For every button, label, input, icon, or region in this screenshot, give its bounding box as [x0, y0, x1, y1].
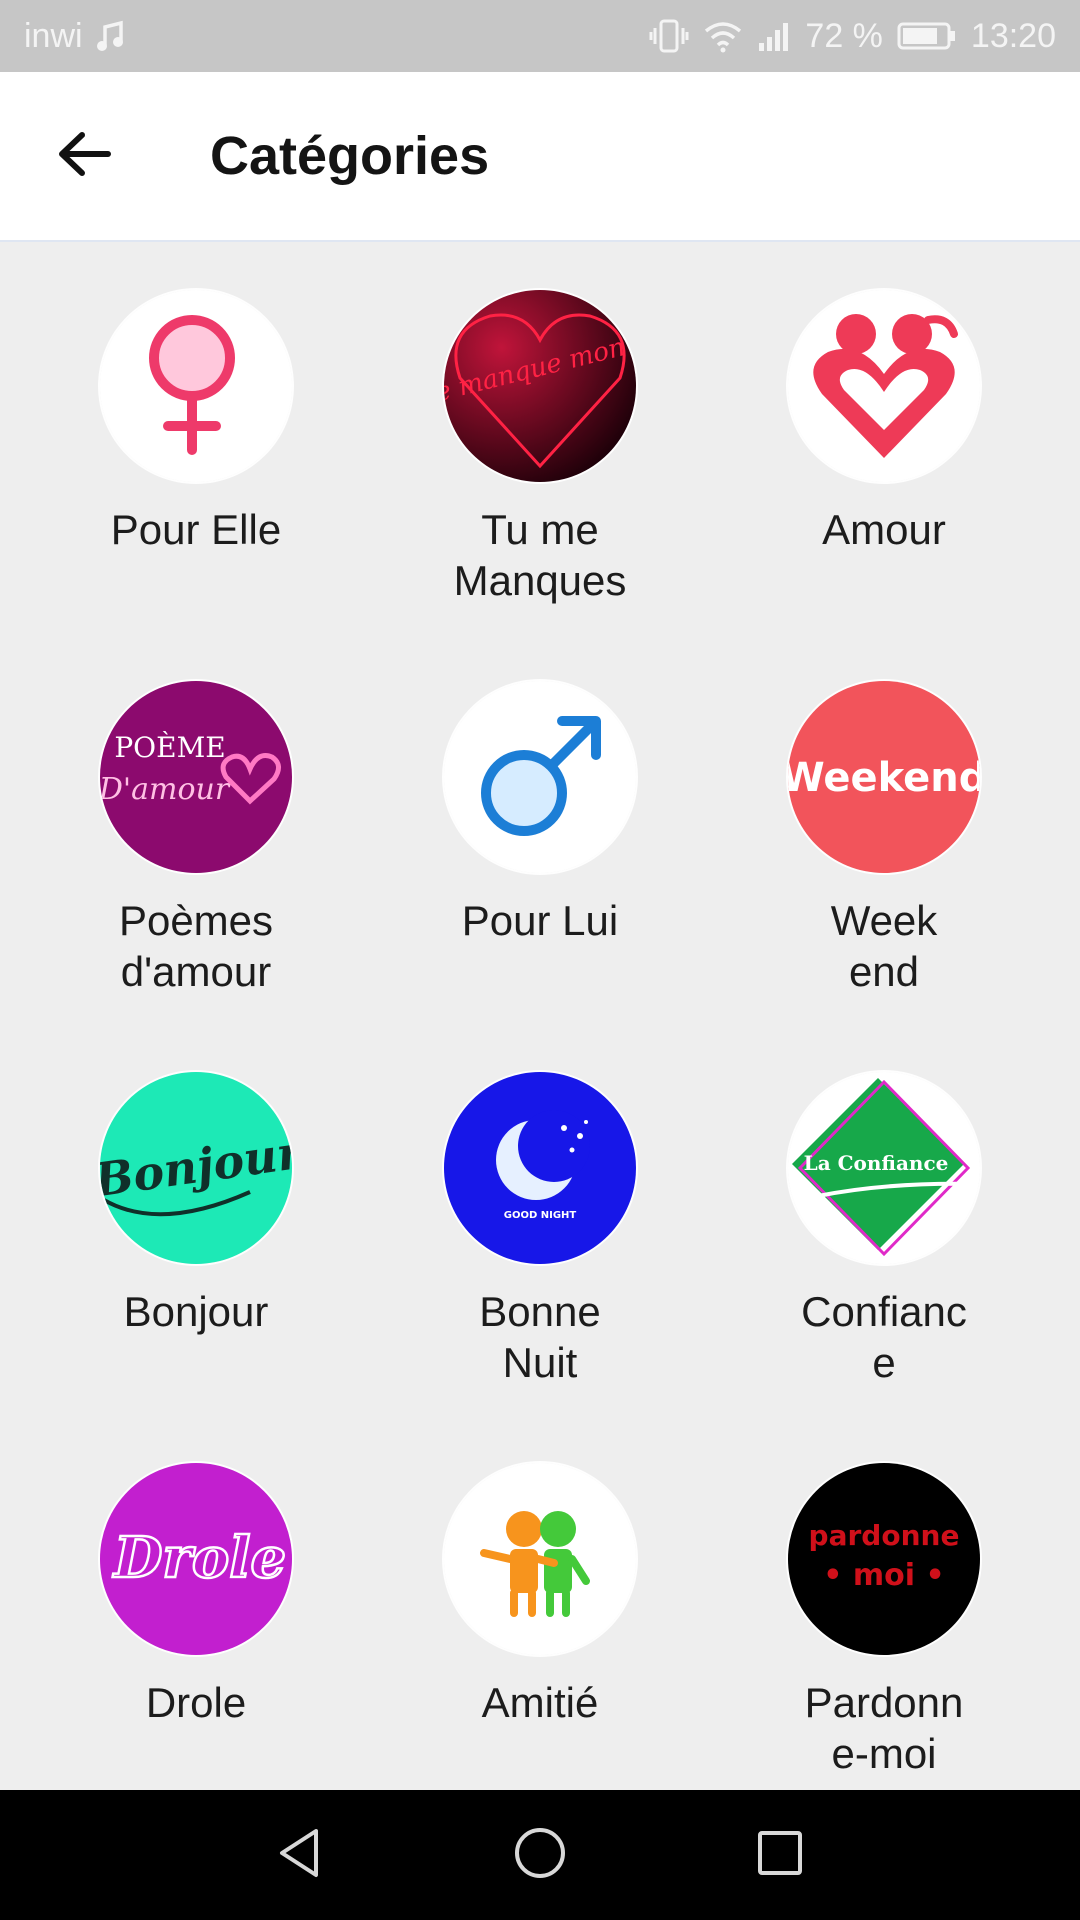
signal-icon: [757, 21, 791, 51]
svg-text:Weekend: Weekend: [788, 755, 980, 801]
svg-text:GOOD NIGHT: GOOD NIGHT: [504, 1210, 577, 1221]
category-week-end[interactable]: Weekend Week end: [734, 681, 1034, 997]
category-poemes-damour[interactable]: POÈME D'amour Poèmes d'amour: [46, 681, 346, 997]
category-label: Poèmes d'amour: [118, 897, 274, 995]
poeme-damour-icon: POÈME D'amour: [100, 681, 292, 873]
nav-home-button[interactable]: [500, 1815, 580, 1895]
category-label: Confiance: [801, 1288, 967, 1386]
category-label: Pardonne-moi: [804, 1679, 964, 1777]
la-confiance-icon: La Confiance: [788, 1072, 980, 1264]
female-symbol-icon: [100, 290, 292, 482]
moon-good-night-icon: GOOD NIGHT: [444, 1072, 636, 1264]
category-pardonne-moi[interactable]: pardonne • moi • Pardonne-moi: [734, 1463, 1034, 1779]
category-label: Bonjour: [123, 1288, 269, 1335]
svg-text:POÈME: POÈME: [114, 731, 225, 764]
clock: 13:20: [970, 16, 1056, 55]
category-amitie[interactable]: Amitié: [390, 1463, 690, 1728]
page-title: Catégories: [210, 126, 490, 186]
svg-text:Drole: Drole: [112, 1525, 286, 1591]
music-note-icon: [93, 19, 127, 53]
weekend-icon: Weekend: [788, 681, 980, 873]
bonjour-icon: Bonjour: [100, 1072, 292, 1264]
category-label: Tu me Manques: [453, 506, 627, 604]
category-label: Week end: [830, 897, 938, 995]
nav-back-button[interactable]: [260, 1815, 340, 1895]
status-bar: inwi 72 % 13:20: [0, 0, 1080, 72]
navigation-bar: [0, 1790, 1080, 1920]
nav-recents-button[interactable]: [740, 1815, 820, 1895]
svg-text:La Confiance: La Confiance: [804, 1151, 949, 1175]
battery-percent: 72 %: [805, 16, 883, 55]
category-label: Drole: [145, 1679, 247, 1726]
category-tu-me-manques[interactable]: Tu me manque mon coeur Tu me Manques: [390, 290, 690, 606]
category-label: Bonne Nuit: [479, 1288, 601, 1386]
drole-icon: Drole: [100, 1463, 292, 1655]
svg-text:pardonne: pardonne: [809, 1519, 960, 1552]
category-label: Amour: [822, 506, 946, 553]
svg-text:D'amour: D'amour: [100, 772, 231, 807]
vibrate-icon: [649, 18, 689, 54]
category-bonjour[interactable]: Bonjour Bonjour: [46, 1072, 346, 1337]
category-grid: Pour Elle Tu me manque mon coeur Tu me M…: [0, 244, 1080, 1790]
svg-text:• moi •: • moi •: [823, 1558, 944, 1593]
category-amour[interactable]: Amour: [734, 290, 1034, 555]
app-bar: Catégories: [0, 72, 1080, 242]
nav-home-icon: [512, 1825, 568, 1886]
category-drole[interactable]: Drole Drole: [46, 1463, 346, 1728]
category-label: Pour Elle: [110, 506, 282, 553]
male-symbol-icon: [444, 681, 636, 873]
arrow-left-icon: [56, 130, 112, 183]
carrier-name: inwi: [24, 16, 83, 55]
nav-back-icon: [272, 1825, 328, 1886]
category-pour-elle[interactable]: Pour Elle: [46, 290, 346, 555]
category-pour-lui[interactable]: Pour Lui: [390, 681, 690, 946]
category-confiance[interactable]: La Confiance Confiance: [734, 1072, 1034, 1388]
friends-icon: [444, 1463, 636, 1655]
couple-heart-icon: [788, 290, 980, 482]
category-bonne-nuit[interactable]: GOOD NIGHT Bonne Nuit: [390, 1072, 690, 1388]
pardonne-moi-icon: pardonne • moi •: [788, 1463, 980, 1655]
category-label: Pour Lui: [461, 897, 619, 944]
nav-recents-icon: [752, 1825, 808, 1886]
back-button[interactable]: [54, 126, 114, 186]
wifi-icon: [703, 19, 743, 53]
battery-icon: [897, 21, 957, 51]
category-label: Amitié: [481, 1679, 599, 1726]
heart-tu-me-manque-icon: Tu me manque mon coeur: [444, 290, 636, 482]
